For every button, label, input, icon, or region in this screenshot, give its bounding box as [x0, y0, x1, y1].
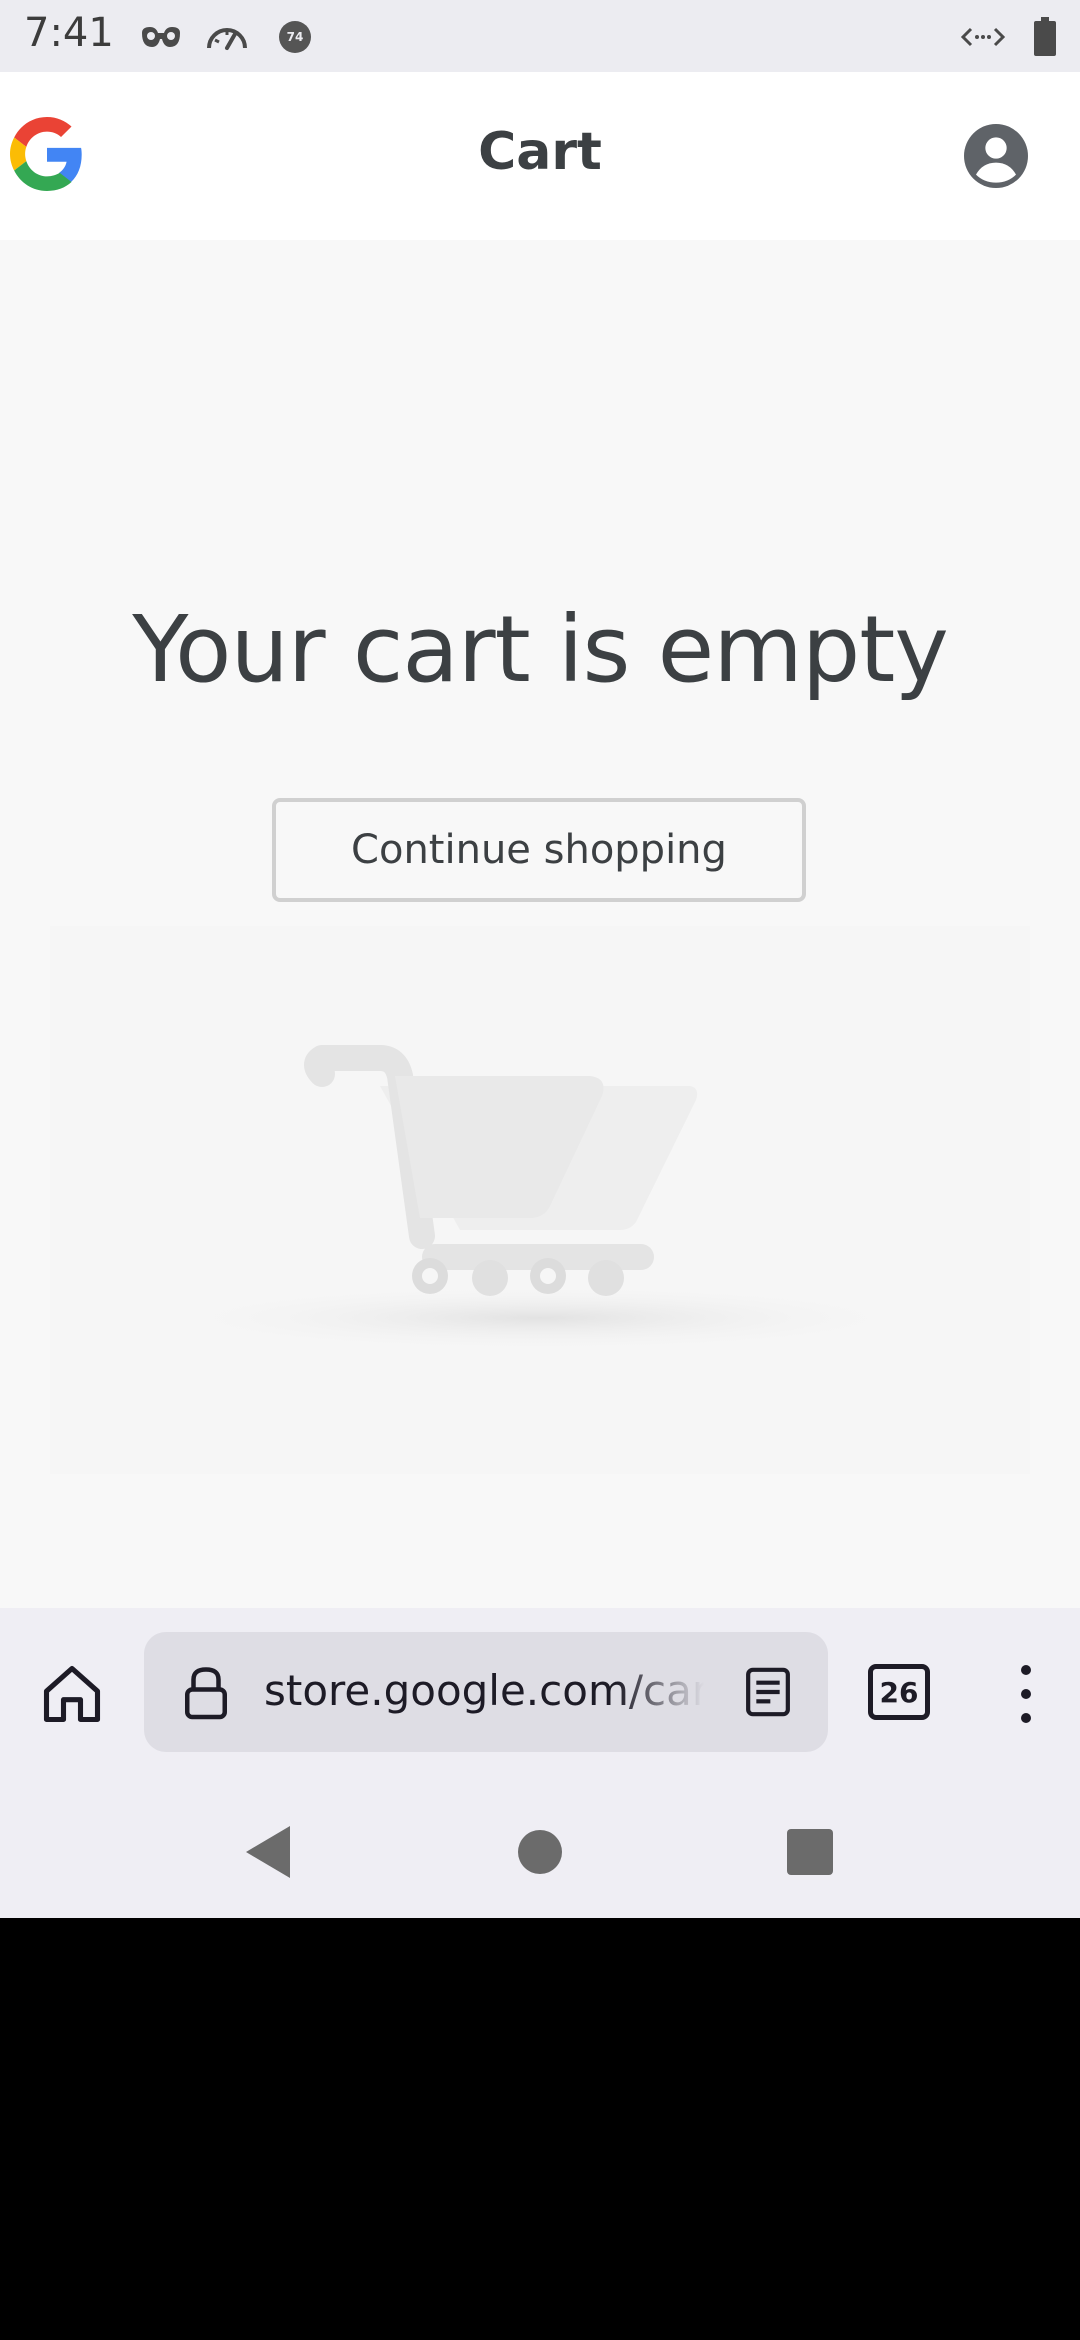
cart-shadow [150, 1284, 930, 1352]
more-vert-icon[interactable] [1006, 1658, 1046, 1730]
home-circle-icon[interactable] [504, 1816, 576, 1888]
continue-shopping-button[interactable]: Continue shopping [272, 798, 806, 902]
back-icon[interactable] [232, 1816, 304, 1888]
data-saver-badge-text: 74 [287, 30, 304, 44]
home-icon[interactable] [38, 1660, 106, 1728]
browser-toolbar: store.google.com/cart 26 [0, 1608, 1080, 1784]
shopping-cart-illustration [50, 926, 1030, 1474]
app-header: Cart [0, 72, 1080, 240]
status-time: 7:41 [24, 10, 114, 56]
data-saver-74-icon: 74 [272, 14, 318, 60]
url-text[interactable]: store.google.com/cart [264, 1666, 704, 1715]
account-circle-icon[interactable] [964, 124, 1028, 188]
empty-cart-message: Your cart is empty [132, 596, 949, 703]
recents-square-icon[interactable] [774, 1816, 846, 1888]
system-nav-bar [0, 1784, 1080, 1918]
tab-switcher-button[interactable]: 26 [868, 1664, 930, 1720]
screen: 7:41 74 Cart Your cart is empty Continue… [0, 0, 1080, 1918]
page-title: Cart [478, 122, 602, 182]
incognito-mask-icon [138, 14, 184, 60]
battery-icon [1022, 14, 1068, 60]
status-bar: 7:41 74 [0, 0, 1080, 72]
code-brackets-icon [960, 14, 1006, 60]
url-bar[interactable]: store.google.com/cart [144, 1632, 828, 1752]
speedometer-icon [204, 14, 250, 60]
reader-mode-icon[interactable] [740, 1664, 796, 1720]
lock-icon[interactable] [176, 1662, 236, 1722]
